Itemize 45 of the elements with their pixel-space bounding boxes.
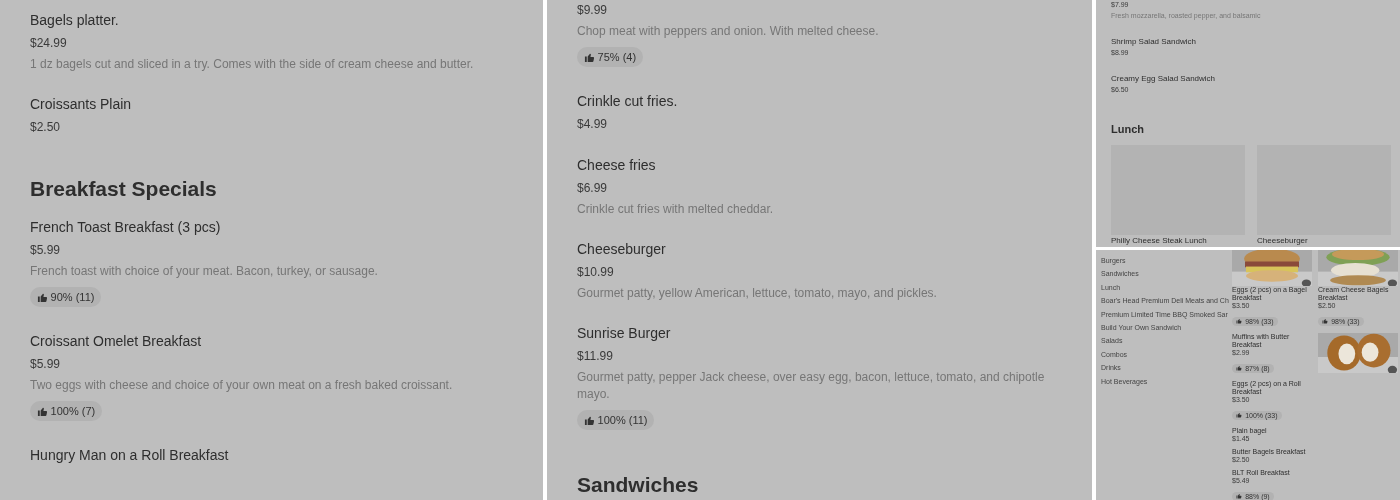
rating-badge: 75% (4) [577,47,643,67]
item-name[interactable]: Creamy Egg Salad Sandwich [1111,73,1400,84]
item-name[interactable]: Philly Cheese Steak Lunch [1111,235,1245,246]
item-description: 1 dz bagels cut and sliced in a try. Comes with the side of cream cheese and butter. [30,56,475,73]
item-name[interactable]: Cheeseburger [577,239,1092,259]
item-description: Two eggs with cheese and choice of your own meat on a fresh baked croissant. [30,377,454,394]
thumbs-up-icon [1236,493,1243,499]
item-name[interactable]: Cheeseburger [1257,235,1391,246]
rating-badge: 90% (11) [30,287,101,307]
thumbs-up-icon [1236,318,1243,324]
rating-badge: 100% (11) [577,410,655,430]
thumbs-up-icon [36,291,48,303]
item-name[interactable]: Sunrise Burger [577,323,1092,343]
item-name[interactable]: Croissants Plain [30,94,543,114]
item-price: $24.99 [30,35,68,52]
thumbs-up-icon [1322,318,1329,324]
item-price: $10.99 [577,264,615,281]
item-name[interactable]: Croissant Omelet Breakfast [30,331,543,351]
section-heading: Lunch [1111,122,1145,136]
item-description: Chop meat with peppers and onion. With melted cheese. [577,23,880,40]
item-description: Gourmet patty, yellow American, lettuce, tomato, mayo, and pickles. [577,285,938,302]
item-name[interactable]: Bagels platter. [30,10,543,30]
item-price: $11.99 [577,348,614,365]
item-description: Crinkle cut fries with melted cheddar. [577,201,775,218]
thumbs-up-icon [1236,412,1243,418]
thumbs-up-icon [36,405,48,417]
item-name[interactable]: Cheese fries [577,155,1092,175]
item-name[interactable]: Crinkle cut fries. [577,91,1092,111]
item-price: $5.99 [30,356,62,373]
item-price: $5.99 [30,242,62,259]
item-name[interactable]: Shrimp Salad Sandwich [1111,36,1400,47]
item-name[interactable]: Hungry Man on a Roll Breakfast [30,445,543,465]
item-price: $9.99 [577,2,609,19]
item-price: $6.99 [577,180,609,197]
thumbs-up-icon [1236,365,1243,371]
section-heading: Breakfast Specials [30,178,218,200]
item-name[interactable]: French Toast Breakfast (3 pcs) [30,217,543,237]
thumbs-up-icon [583,414,595,426]
thumbs-up-icon [583,51,595,63]
rating-badge: 100% (7) [30,401,102,421]
item-price: $2.50 [30,119,62,136]
item-price: $4.99 [577,116,609,133]
item-description: French toast with choice of your meat. Bacon, turkey, or sausage. [30,263,379,280]
section-heading: Sandwiches [577,474,700,496]
item-description: Gourmet patty, pepper Jack cheese, over easy egg, bacon, lettuce, tomato, and chipotle mayo. [577,369,1046,403]
